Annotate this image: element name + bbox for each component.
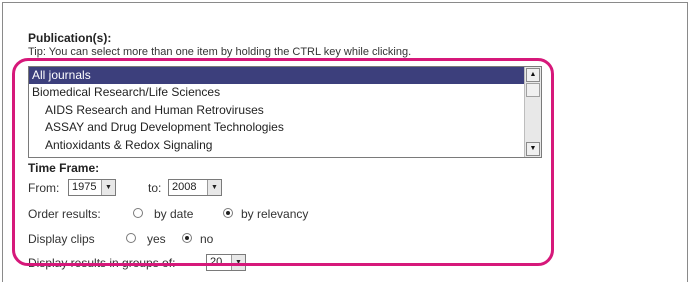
clips-yes-label: yes (147, 232, 166, 246)
results-groups-value: 20 (210, 256, 223, 268)
chevron-down-icon: ▼ (231, 255, 245, 270)
scroll-thumb[interactable] (526, 83, 540, 97)
chevron-down-icon: ▼ (207, 180, 221, 195)
journal-option-aids[interactable]: AIDS Research and Human Retroviruses (29, 102, 541, 119)
from-label: From: (28, 181, 60, 195)
time-frame-label: Time Frame: (28, 161, 100, 175)
order-by-date-label: by date (154, 207, 194, 221)
journal-listbox[interactable]: All journals Biomedical Research/Life Sc… (28, 66, 542, 158)
clips-yes-radio[interactable] (126, 233, 136, 243)
journal-option-biomedical[interactable]: Biomedical Research/Life Sciences (29, 84, 541, 101)
clips-no-radio[interactable] (182, 233, 192, 243)
scroll-up-button[interactable]: ▲ (526, 68, 540, 82)
order-by-relevancy-label: by relevancy (241, 207, 309, 221)
publications-label: Publication(s): (28, 31, 112, 45)
to-label: to: (148, 181, 162, 195)
results-groups-label: Display results in groups of: (28, 256, 176, 270)
scroll-down-button[interactable]: ▼ (526, 142, 540, 156)
order-results-label: Order results: (28, 207, 101, 221)
clips-no-label: no (200, 232, 214, 246)
display-clips-label: Display clips (28, 232, 95, 246)
journal-option-assay[interactable]: ASSAY and Drug Development Technologies (29, 119, 541, 136)
to-year-value: 2008 (172, 181, 197, 193)
from-year-value: 1975 (72, 181, 97, 193)
chevron-down-icon: ▼ (101, 180, 115, 195)
from-year-select[interactable]: 1975 ▼ (68, 179, 116, 196)
journal-option-all[interactable]: All journals (29, 67, 541, 85)
selection-tip: Tip: You can select more than one item b… (28, 46, 412, 58)
listbox-scrollbar[interactable]: ▲ ▼ (524, 67, 541, 157)
results-groups-select[interactable]: 20 ▼ (206, 254, 246, 271)
to-year-select[interactable]: 2008 ▼ (168, 179, 222, 196)
order-by-date-radio[interactable] (133, 208, 143, 218)
order-by-relevancy-radio[interactable] (223, 208, 233, 218)
journal-option-antioxidants[interactable]: Antioxidants & Redox Signaling (29, 137, 541, 154)
